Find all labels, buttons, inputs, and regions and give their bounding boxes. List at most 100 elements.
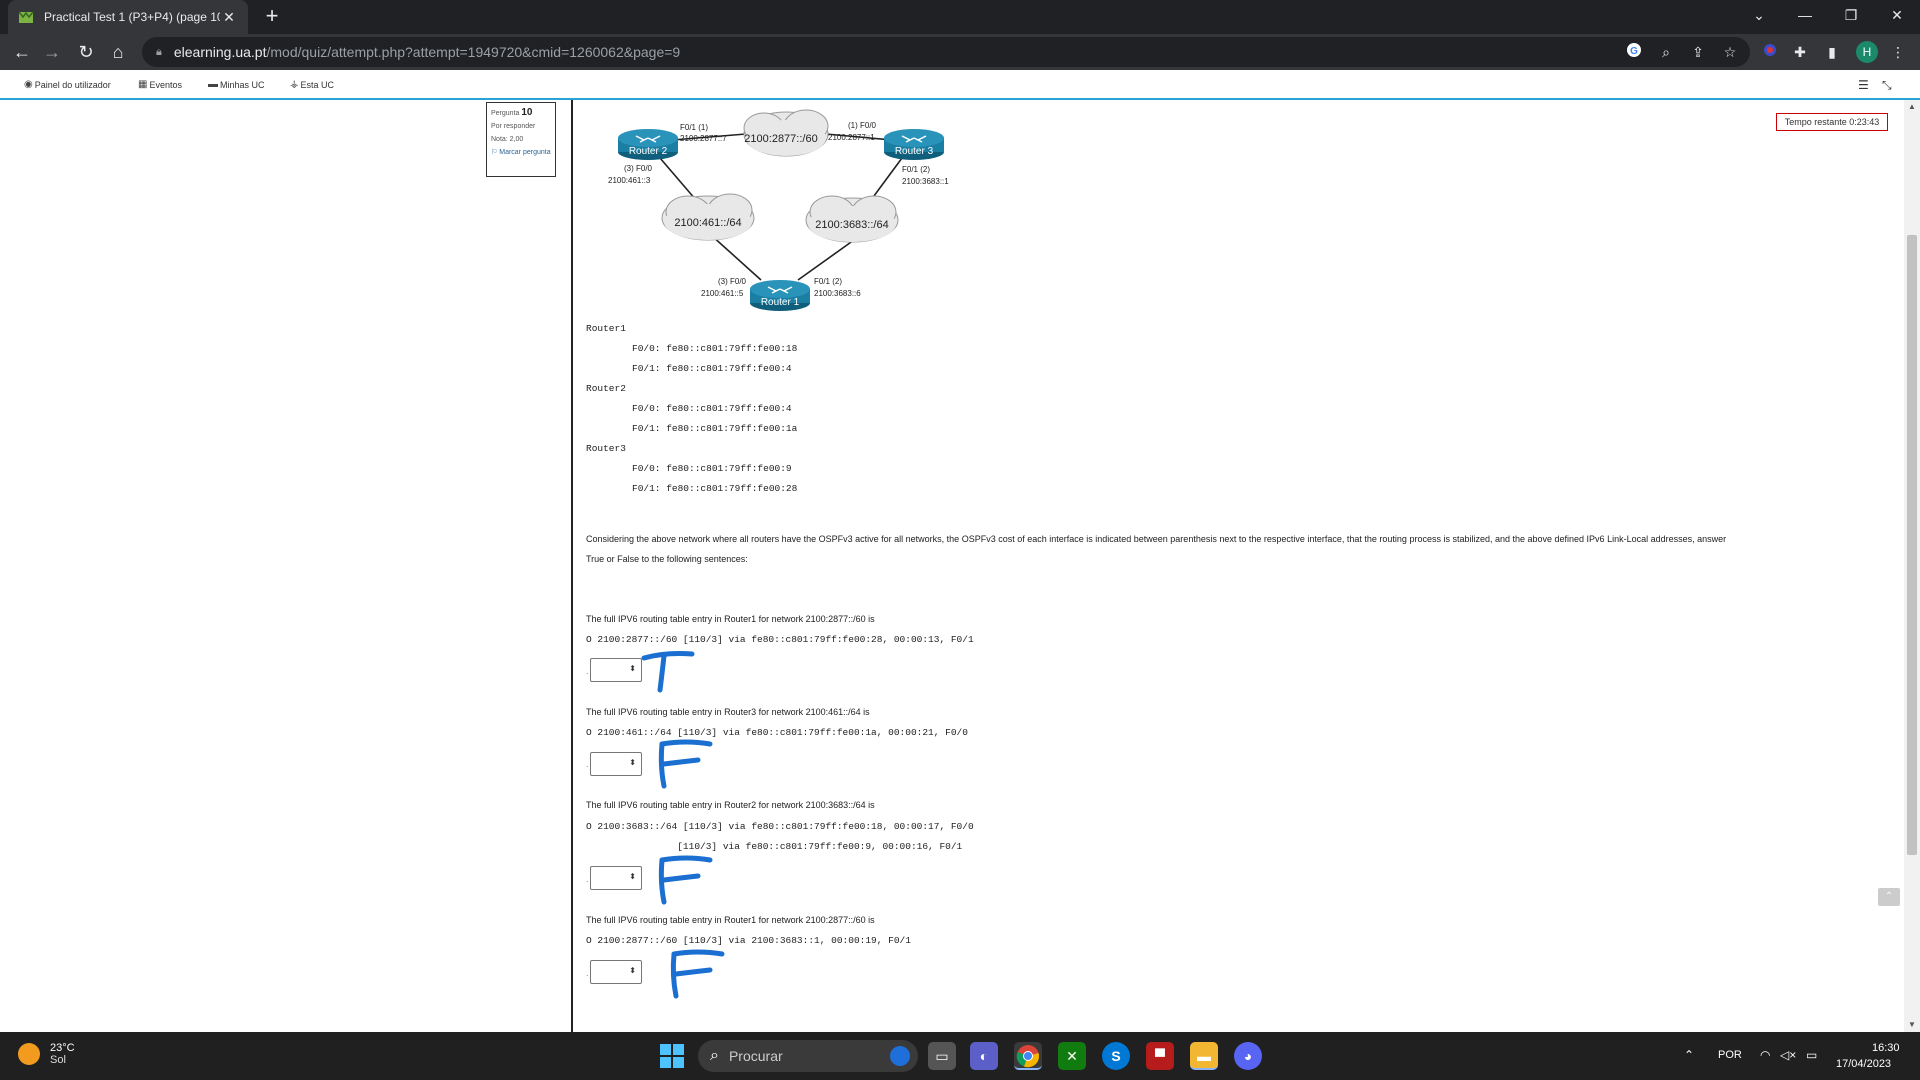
back-arrow-icon[interactable]: ← bbox=[8, 38, 36, 66]
volume-muted-icon[interactable]: ◁× bbox=[1780, 1048, 1796, 1062]
calendar-icon: ▦ bbox=[138, 79, 148, 90]
nav-events[interactable]: ▦ Eventos bbox=[138, 79, 182, 90]
item-3-marker: . bbox=[586, 874, 589, 884]
forward-arrow-icon[interactable]: → bbox=[38, 38, 66, 66]
moodle-favicon-icon bbox=[18, 11, 34, 23]
menu-kebab-icon[interactable]: ⋮ bbox=[1888, 42, 1908, 62]
item-4-answer-select[interactable]: ⬍ bbox=[590, 960, 642, 984]
router1-heading: Router1 bbox=[586, 323, 626, 334]
scroll-down-arrow-icon[interactable]: ▼ bbox=[1904, 1018, 1920, 1032]
tab-search-icon[interactable]: ⌄ bbox=[1736, 0, 1782, 30]
browser-toolbar: ← → ↻ ⌂ 🔒︎ elearning.ua.pt /mod/quiz/att… bbox=[0, 34, 1920, 70]
select-chevron-icon: ⬍ bbox=[629, 966, 636, 975]
window-minimize-button[interactable]: — bbox=[1782, 0, 1828, 30]
router2-f00: F0/0: fe80::c801:79ff:fe00:4 bbox=[632, 403, 792, 414]
lock-icon: 🔒︎ bbox=[156, 45, 162, 58]
share-icon[interactable]: ⇪ bbox=[1688, 42, 1708, 62]
handwritten-f-mark bbox=[658, 855, 713, 905]
url-path: /mod/quiz/attempt.php?attempt=1949720&cm… bbox=[266, 44, 681, 60]
home-icon[interactable]: ⌂ bbox=[104, 38, 132, 66]
item-1-prompt: The full IPV6 routing table entry in Rou… bbox=[586, 614, 875, 624]
network-diagram: 2100:2877::/60 2100:461::/64 2100:3683::… bbox=[608, 109, 949, 311]
item-1-answer-select[interactable]: ⬍ bbox=[590, 658, 642, 682]
net-3683-label: 2100:3683::/64 bbox=[815, 219, 888, 231]
nav-my-courses[interactable]: ▬ Minhas UC bbox=[208, 79, 265, 90]
extension-badge-icon[interactable] bbox=[1760, 42, 1780, 62]
profile-avatar[interactable]: H bbox=[1856, 41, 1878, 63]
router3-f00: F0/0: fe80::c801:79ff:fe00:9 bbox=[632, 463, 792, 474]
file-explorer-icon[interactable]: ▬ bbox=[1190, 1042, 1218, 1070]
scroll-up-arrow-icon[interactable]: ▲ bbox=[1904, 100, 1920, 114]
item-2-prompt: The full IPV6 routing table entry in Rou… bbox=[586, 707, 870, 717]
browser-tab[interactable]: Practical Test 1 (P3+P4) (page 10 ✕ bbox=[8, 0, 248, 34]
tab-close-icon[interactable]: ✕ bbox=[220, 9, 238, 26]
nav-dashboard-label: Painel do utilizador bbox=[34, 79, 111, 90]
item-3-answer-select[interactable]: ⬍ bbox=[590, 866, 642, 890]
question-status: Por responder bbox=[491, 123, 536, 130]
language-indicator[interactable]: POR bbox=[1718, 1049, 1742, 1061]
nav-events-label: Eventos bbox=[149, 79, 182, 90]
page-scrollbar[interactable]: ▲ ▼ bbox=[1904, 100, 1920, 1032]
nav-dashboard[interactable]: ◉ Painel do utilizador bbox=[24, 79, 111, 90]
item-3-entry-2: [110/3] via fe80::c801:79ff:fe00:9, 00:0… bbox=[586, 841, 963, 852]
chrome-icon[interactable] bbox=[1014, 1042, 1042, 1070]
clock-time[interactable]: 16:30 bbox=[1872, 1042, 1900, 1054]
address-bar[interactable]: 🔒︎ elearning.ua.pt /mod/quiz/attempt.php… bbox=[142, 37, 1750, 67]
taskbar-search[interactable]: ⌕ Procurar bbox=[698, 1040, 918, 1072]
app-red-icon[interactable]: ▀ bbox=[1146, 1042, 1174, 1070]
bing-icon bbox=[890, 1046, 910, 1066]
router-3-icon: Router 3 bbox=[884, 129, 944, 160]
side-panel-icon[interactable]: ▮ bbox=[1822, 42, 1842, 62]
weather-widget[interactable]: 23°C Sol bbox=[18, 1042, 75, 1066]
reload-icon[interactable]: ↻ bbox=[72, 38, 100, 66]
nav-this-course[interactable]: ⚶ Esta UC bbox=[290, 79, 334, 90]
dashboard-icon: ◉ bbox=[24, 79, 33, 90]
item-2-answer-select[interactable]: ⬍ bbox=[590, 752, 642, 776]
fullscreen-icon[interactable]: ⤡ bbox=[1882, 78, 1892, 93]
link-r2-n2 bbox=[659, 157, 697, 201]
windows-taskbar: 23°C Sol ⌕ Procurar ▭ ◐ ✕ S ▀ ▬ ◕ ⌃ POR … bbox=[0, 1032, 1920, 1080]
window-restore-button[interactable]: ❐ bbox=[1828, 0, 1874, 30]
discord-icon[interactable]: ◕ bbox=[1234, 1042, 1262, 1070]
google-lens-icon[interactable]: G bbox=[1624, 42, 1644, 62]
select-chevron-icon: ⬍ bbox=[629, 872, 636, 881]
item-4-prompt: The full IPV6 routing table entry in Rou… bbox=[586, 915, 875, 925]
clock-date[interactable]: 17/04/2023 bbox=[1836, 1058, 1891, 1070]
router-3-name: Router 3 bbox=[895, 146, 934, 157]
select-chevron-icon: ⬍ bbox=[629, 758, 636, 767]
handwritten-t-mark bbox=[641, 651, 695, 693]
zoom-icon[interactable]: ⌕ bbox=[1656, 42, 1676, 62]
r1-f01-addr: 2100:3683::6 bbox=[814, 289, 861, 298]
router1-f01: F0/1: fe80::c801:79ff:fe00:4 bbox=[632, 363, 792, 374]
skype-icon[interactable]: S bbox=[1102, 1042, 1130, 1070]
chat-icon[interactable]: ◐ bbox=[970, 1042, 998, 1070]
moodle-navbar: ◉ Painel do utilizador ▦ Eventos ▬ Minha… bbox=[0, 70, 1920, 100]
wifi-icon[interactable]: ◠ bbox=[1760, 1048, 1770, 1062]
question-grade: Nota: 2,00 bbox=[491, 136, 524, 143]
scroll-thumb[interactable] bbox=[1907, 235, 1917, 855]
bookmark-star-icon[interactable]: ☆ bbox=[1720, 42, 1740, 62]
tray-overflow-icon[interactable]: ⌃ bbox=[1684, 1048, 1694, 1062]
tab-title: Practical Test 1 (P3+P4) (page 10 bbox=[44, 10, 220, 24]
battery-icon[interactable]: ▭ bbox=[1806, 1048, 1817, 1062]
new-tab-button[interactable]: + bbox=[260, 5, 284, 29]
window-close-button[interactable]: ✕ bbox=[1874, 0, 1920, 30]
cloud-net-461: 2100:461::/64 bbox=[661, 193, 755, 241]
handwritten-f-mark bbox=[658, 739, 713, 789]
url-host: elearning.ua.pt bbox=[173, 44, 267, 60]
windows-start-icon[interactable] bbox=[660, 1044, 684, 1068]
router-1-name: Router 1 bbox=[761, 297, 800, 308]
search-icon: ⌕ bbox=[710, 1047, 719, 1064]
net-2877-label: 2100:2877::/60 bbox=[744, 133, 817, 145]
extensions-puzzle-icon[interactable]: ✚ bbox=[1790, 42, 1810, 62]
flag-question-link[interactable]: ⚐ Marcar pergunta bbox=[491, 149, 551, 157]
item-2-entry: O 2100:461::/64 [110/3] via fe80::c801:7… bbox=[586, 727, 968, 738]
flag-icon: ⚐ bbox=[491, 149, 498, 156]
xbox-icon[interactable]: ✕ bbox=[1058, 1042, 1086, 1070]
task-view-icon[interactable]: ▭ bbox=[928, 1042, 956, 1070]
item-3-prompt: The full IPV6 routing table entry in Rou… bbox=[586, 800, 875, 810]
drawer-toggle-icon[interactable]: ☰ bbox=[1858, 78, 1869, 92]
quiz-timer: Tempo restante 0:23:43 bbox=[1776, 113, 1888, 131]
question-info-box: Pergunta 10 Por responder Nota: 2,00 ⚐ M… bbox=[486, 102, 556, 177]
back-to-top-button[interactable]: ⌃ bbox=[1878, 888, 1900, 906]
